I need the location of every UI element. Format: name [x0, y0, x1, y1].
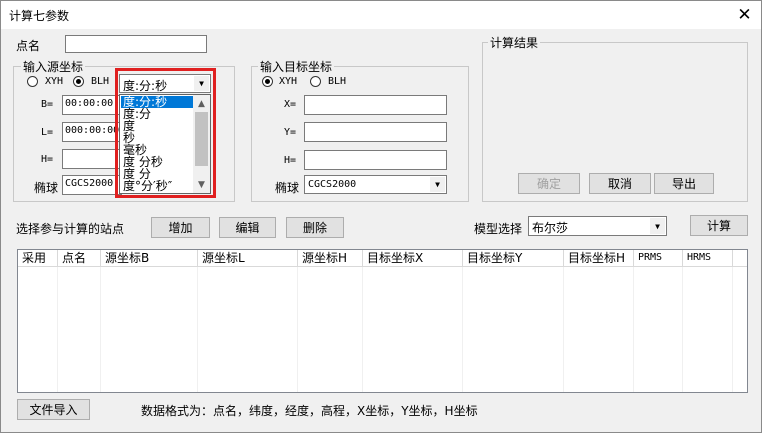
target-y-input[interactable]	[304, 122, 447, 142]
source-l-input[interactable]: 000:00:00	[62, 122, 122, 142]
column-header[interactable]: HRMS	[683, 250, 733, 267]
compute-button[interactable]: 计算	[690, 215, 748, 236]
target-xyh-label: XYH	[279, 76, 298, 87]
grid-line	[57, 267, 58, 392]
chevron-down-icon[interactable]: ▼	[430, 177, 445, 192]
source-b-input[interactable]: 00:00:00	[62, 95, 122, 115]
target-blh-label: BLH	[328, 76, 347, 87]
source-ellipsoid-label: 椭球	[34, 181, 59, 195]
source-blh-label: BLH	[91, 76, 110, 87]
target-ellipsoid-value: CGCS2000	[308, 179, 357, 190]
target-blh-radio[interactable]	[310, 76, 321, 87]
source-group-title: 输入源坐标	[21, 58, 86, 75]
column-header[interactable]: PRMS	[634, 250, 683, 267]
stations-table[interactable]: 采用 点名 源坐标B 源坐标L 源坐标H 目标坐标X 目标坐标Y 目标坐标H P…	[17, 249, 748, 393]
grid-line	[563, 267, 564, 392]
column-header[interactable]: 源坐标B	[101, 250, 198, 267]
source-blh-radio[interactable]	[73, 76, 84, 87]
model-combo[interactable]: 布尔莎 ▼	[528, 216, 667, 236]
source-ellipsoid-combo[interactable]: CGCS2000	[62, 175, 122, 195]
source-h-label: H=	[41, 154, 54, 165]
chevron-down-icon[interactable]: ▼	[650, 218, 665, 234]
grid-line	[197, 267, 198, 392]
column-header[interactable]: 目标坐标X	[363, 250, 463, 267]
column-header[interactable]: 点名	[58, 250, 101, 267]
target-x-input[interactable]	[304, 95, 447, 115]
red-highlight-box	[115, 68, 216, 198]
window-title: 计算七参数	[9, 9, 70, 23]
column-header[interactable]: 目标坐标Y	[463, 250, 564, 267]
data-format-hint: 数据格式为：点名，纬度，经度，高程，X坐标，Y坐标，H坐标	[141, 404, 478, 418]
seven-parameter-dialog: 计算七参数 ✕ 点名 输入源坐标 XYH BLH 度:分:秒 ▼ B= 00:0…	[0, 0, 762, 433]
target-h-input[interactable]	[304, 150, 447, 170]
column-header-filler	[733, 250, 747, 267]
delete-button[interactable]: 删除	[286, 217, 344, 238]
export-button[interactable]: 导出	[654, 173, 714, 194]
title-bar: 计算七参数 ✕	[1, 1, 761, 29]
source-xyh-label: XYH	[45, 76, 64, 87]
target-xyh-radio[interactable]	[262, 76, 273, 87]
grid-line	[297, 267, 298, 392]
column-header[interactable]: 源坐标H	[298, 250, 363, 267]
grid-line	[462, 267, 463, 392]
grid-line	[362, 267, 363, 392]
grid-line	[732, 267, 733, 392]
grid-line	[633, 267, 634, 392]
source-h-input[interactable]	[62, 149, 122, 169]
model-label: 模型选择	[474, 222, 523, 236]
source-l-label: L=	[41, 127, 54, 138]
edit-button[interactable]: 编辑	[219, 217, 276, 238]
target-group-title: 输入目标坐标	[258, 58, 335, 75]
point-name-input[interactable]	[65, 35, 207, 53]
ok-button[interactable]: 确定	[518, 173, 580, 194]
close-icon[interactable]: ✕	[728, 1, 761, 29]
target-h-label: H=	[284, 155, 297, 166]
target-x-label: X=	[284, 99, 297, 110]
cancel-button[interactable]: 取消	[589, 173, 651, 194]
target-y-label: Y=	[284, 127, 297, 138]
target-ellipsoid-combo[interactable]: CGCS2000 ▼	[304, 175, 447, 194]
column-header[interactable]: 目标坐标H	[564, 250, 634, 267]
stations-label: 选择参与计算的站点	[16, 222, 125, 236]
add-button[interactable]: 增加	[151, 217, 210, 238]
point-name-label: 点名	[16, 39, 41, 53]
result-group-title: 计算结果	[488, 34, 541, 51]
model-value: 布尔莎	[532, 221, 569, 235]
file-import-button[interactable]: 文件导入	[17, 399, 90, 420]
column-header[interactable]: 采用	[18, 250, 58, 267]
source-b-label: B=	[41, 99, 54, 110]
grid-line	[682, 267, 683, 392]
target-ellipsoid-label: 椭球	[275, 181, 300, 195]
column-header[interactable]: 源坐标L	[198, 250, 298, 267]
source-xyh-radio[interactable]	[27, 76, 38, 87]
grid-line	[100, 267, 101, 392]
